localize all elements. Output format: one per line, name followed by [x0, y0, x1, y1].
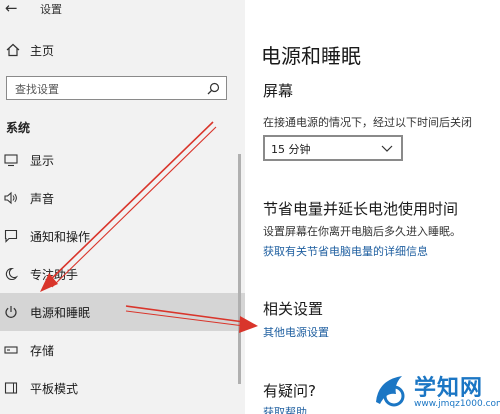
sidebar-item-sound[interactable]: 声音 [0, 179, 245, 217]
additional-power-settings-link[interactable]: 其他电源设置 [263, 324, 329, 340]
sidebar-item-label: 通知和操作 [30, 230, 91, 244]
sidebar-item-display[interactable]: 显示 [0, 141, 245, 179]
sidebar-item-storage[interactable]: 存储 [0, 331, 245, 369]
get-help-link[interactable]: 获取帮助 [263, 404, 307, 414]
sidebar-item-focus-assist[interactable]: 专注助手 [0, 255, 245, 293]
sidebar-item-label: 电源和睡眠 [30, 306, 91, 320]
storage-icon [4, 346, 18, 354]
sidebar-scrollbar[interactable] [238, 154, 241, 384]
home-nav-item[interactable]: 主页 [0, 38, 245, 62]
watermark-text: 学知网 [414, 376, 484, 401]
moon-icon [5, 267, 18, 281]
main-content: 电源和睡眠 屏幕 在接通电源的情况下，经过以下时间后关闭 15 分钟 节省电量并… [245, 0, 500, 414]
watermark: 学知网 www.jmqz1000.com [372, 370, 500, 414]
display-icon [4, 154, 18, 167]
sidebar-item-label: 专注助手 [30, 268, 79, 282]
search-input[interactable]: 查找设置 [6, 76, 227, 100]
title-bar: ← 设置 [0, 0, 245, 20]
section-heading-system: 系统 [6, 121, 31, 135]
question-heading: 有疑问? [263, 382, 316, 400]
screen-timeout-dropdown[interactable]: 15 分钟 [263, 135, 403, 161]
home-label: 主页 [30, 44, 55, 58]
sidebar-item-label: 声音 [30, 192, 55, 206]
sidebar-item-label: 存储 [30, 344, 55, 358]
page-title: 电源和睡眠 [261, 44, 361, 68]
related-settings-heading: 相关设置 [263, 300, 324, 318]
battery-heading: 节省电量并延长电池使用时间 [263, 200, 459, 218]
sidebar-item-notifications[interactable]: 通知和操作 [0, 217, 245, 255]
watermark-logo-icon [376, 376, 405, 407]
tablet-icon [4, 382, 18, 394]
speaker-icon [4, 191, 17, 205]
home-icon [6, 43, 20, 57]
battery-info-link[interactable]: 获取有关节省电脑电量的详细信息 [263, 243, 428, 259]
watermark-url: www.jmqz1000.com [414, 399, 500, 409]
battery-description: 设置屏幕在你离开电脑后多久进入睡眠。 [263, 225, 461, 238]
search-placeholder: 查找设置 [15, 83, 59, 96]
screen-description: 在接通电源的情况下，经过以下时间后关闭 [263, 116, 472, 129]
sidebar-item-label: 显示 [30, 154, 55, 168]
chevron-down-icon [381, 145, 393, 152]
window-title: 设置 [40, 3, 62, 16]
screen-heading: 屏幕 [263, 82, 294, 100]
back-arrow-icon[interactable]: ← [5, 0, 18, 17]
power-icon [5, 306, 17, 318]
sidebar-item-tablet-mode[interactable]: 平板模式 [0, 369, 245, 407]
sidebar: ← 设置 主页 查找设置 系统 显示 声音 通知和操作 专注助手 电源和睡眠 存… [0, 0, 245, 414]
dropdown-value: 15 分钟 [271, 143, 311, 156]
search-icon[interactable] [207, 82, 220, 95]
notification-icon [4, 229, 18, 243]
sidebar-item-label: 平板模式 [30, 382, 79, 396]
sidebar-item-power-sleep[interactable]: 电源和睡眠 [0, 293, 245, 331]
